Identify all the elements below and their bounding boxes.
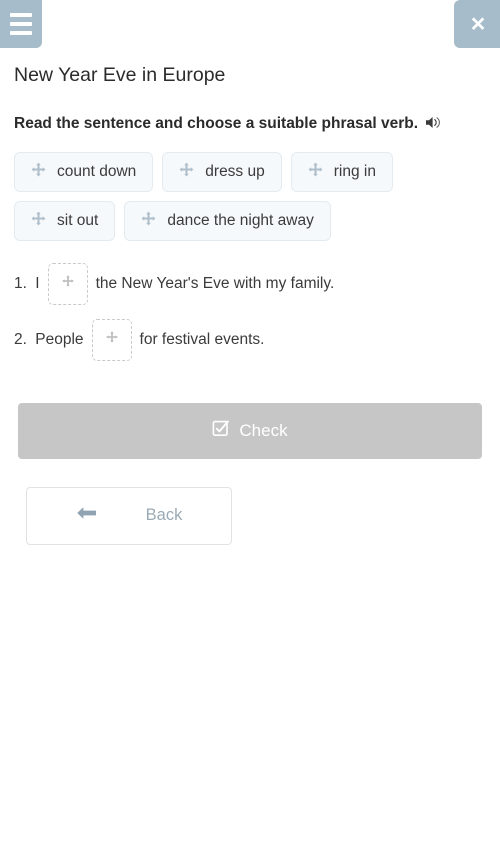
chip-label: dress up: [205, 162, 265, 180]
chip-label: sit out: [57, 211, 99, 229]
instruction-label: Read the sentence and choose a suitable …: [14, 115, 418, 133]
check-square-icon: [212, 419, 230, 442]
chip-count-down[interactable]: count down: [14, 151, 154, 192]
move-placeholder-icon: [61, 274, 75, 294]
hamburger-menu-icon: [10, 13, 32, 17]
move-placeholder-icon: [105, 330, 119, 350]
back-button-label: Back: [145, 506, 183, 525]
dropzone-2[interactable]: [91, 318, 132, 361]
move-icon: [31, 162, 46, 182]
move-icon: [141, 211, 156, 231]
page-title: New Year Eve in Europe: [14, 64, 226, 86]
chip-dress-up[interactable]: dress up: [162, 151, 282, 192]
sentence-text-before: I: [30, 274, 40, 292]
sentence-text-after: the New Year's Eve with my family.: [95, 274, 335, 292]
main-content: New Year Eve in Europe Read the sentence…: [0, 64, 500, 545]
sentence-list: 1. I the New Year's Eve with my family. …: [14, 262, 486, 361]
sentence-row-1: 1. I the New Year's Eve with my family.: [14, 262, 486, 305]
move-icon: [179, 162, 194, 182]
dropzone-1[interactable]: [47, 262, 88, 305]
app-header: ×: [0, 0, 500, 48]
chip-sit-out[interactable]: sit out: [14, 200, 116, 241]
hamburger-menu-icon-bar: [10, 31, 32, 35]
chip-label: dance the night away: [167, 211, 314, 229]
check-button-label: Check: [239, 420, 288, 440]
sentence-row-2: 2. People for festival events.: [14, 318, 486, 361]
chip-ring-in[interactable]: ring in: [290, 151, 393, 192]
sentence-number: 2.: [14, 330, 27, 348]
sentence-number: 1.: [14, 274, 27, 292]
chip-dance-the-night-away[interactable]: dance the night away: [124, 200, 331, 241]
sentence-text-before: People: [30, 330, 84, 348]
back-button[interactable]: Back: [26, 486, 232, 545]
move-icon: [308, 162, 323, 182]
close-button[interactable]: ×: [454, 0, 500, 48]
hamburger-menu-icon-bar: [10, 22, 32, 26]
speaker-icon[interactable]: [425, 115, 442, 137]
check-button[interactable]: Check: [18, 402, 482, 459]
phrasal-verb-chip-list: count down dress up ring in sit out danc…: [14, 151, 476, 241]
arrow-left-icon: [76, 505, 98, 526]
instruction-text: Read the sentence and choose a suitable …: [14, 113, 474, 137]
chip-label: ring in: [333, 162, 376, 180]
hamburger-menu-button[interactable]: [0, 0, 42, 48]
sentence-text-after: for festival events.: [139, 330, 265, 348]
close-icon: ×: [470, 9, 486, 38]
chip-label: count down: [57, 162, 137, 180]
move-icon: [31, 211, 46, 231]
